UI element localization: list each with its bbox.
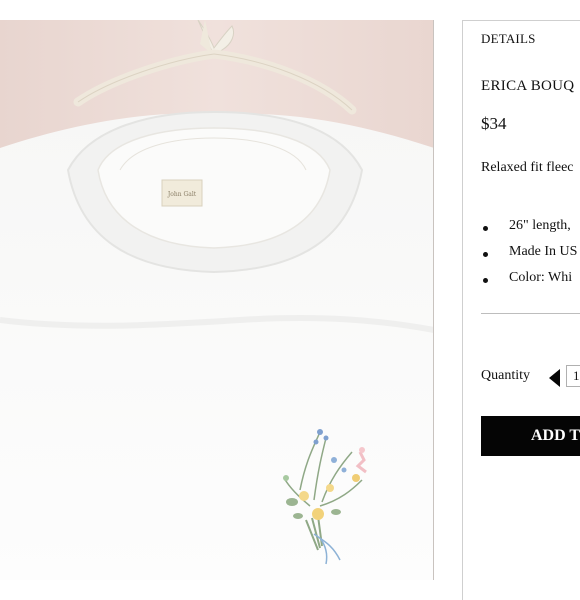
product-price: $34 bbox=[481, 114, 507, 133]
product-description: Relaxed fit fleec bbox=[481, 160, 574, 175]
quantity-decrease-button[interactable] bbox=[549, 369, 561, 387]
svg-text:John Galt: John Galt bbox=[167, 191, 197, 198]
feature-text: Color: Whi bbox=[509, 270, 573, 285]
product-photo: John Galt bbox=[0, 20, 434, 580]
product-details-panel: DETAILS ERICA BOUQ $34 Relaxed fit fleec… bbox=[462, 20, 580, 600]
caret-left-icon bbox=[549, 369, 560, 387]
quantity-input[interactable] bbox=[566, 365, 580, 387]
bullet-icon bbox=[483, 252, 488, 257]
feature-text: Made In US bbox=[509, 244, 578, 259]
add-to-cart-button[interactable]: ADD T bbox=[481, 416, 580, 456]
quantity-label: Quantity bbox=[481, 368, 530, 383]
feature-text: 26" length, bbox=[509, 218, 571, 233]
bullet-icon bbox=[483, 278, 488, 283]
sweatshirt-image: John Galt bbox=[0, 20, 433, 580]
divider bbox=[481, 313, 580, 314]
tab-details[interactable]: DETAILS bbox=[481, 31, 536, 47]
product-title: ERICA BOUQ bbox=[481, 78, 575, 94]
bullet-icon bbox=[483, 226, 488, 231]
